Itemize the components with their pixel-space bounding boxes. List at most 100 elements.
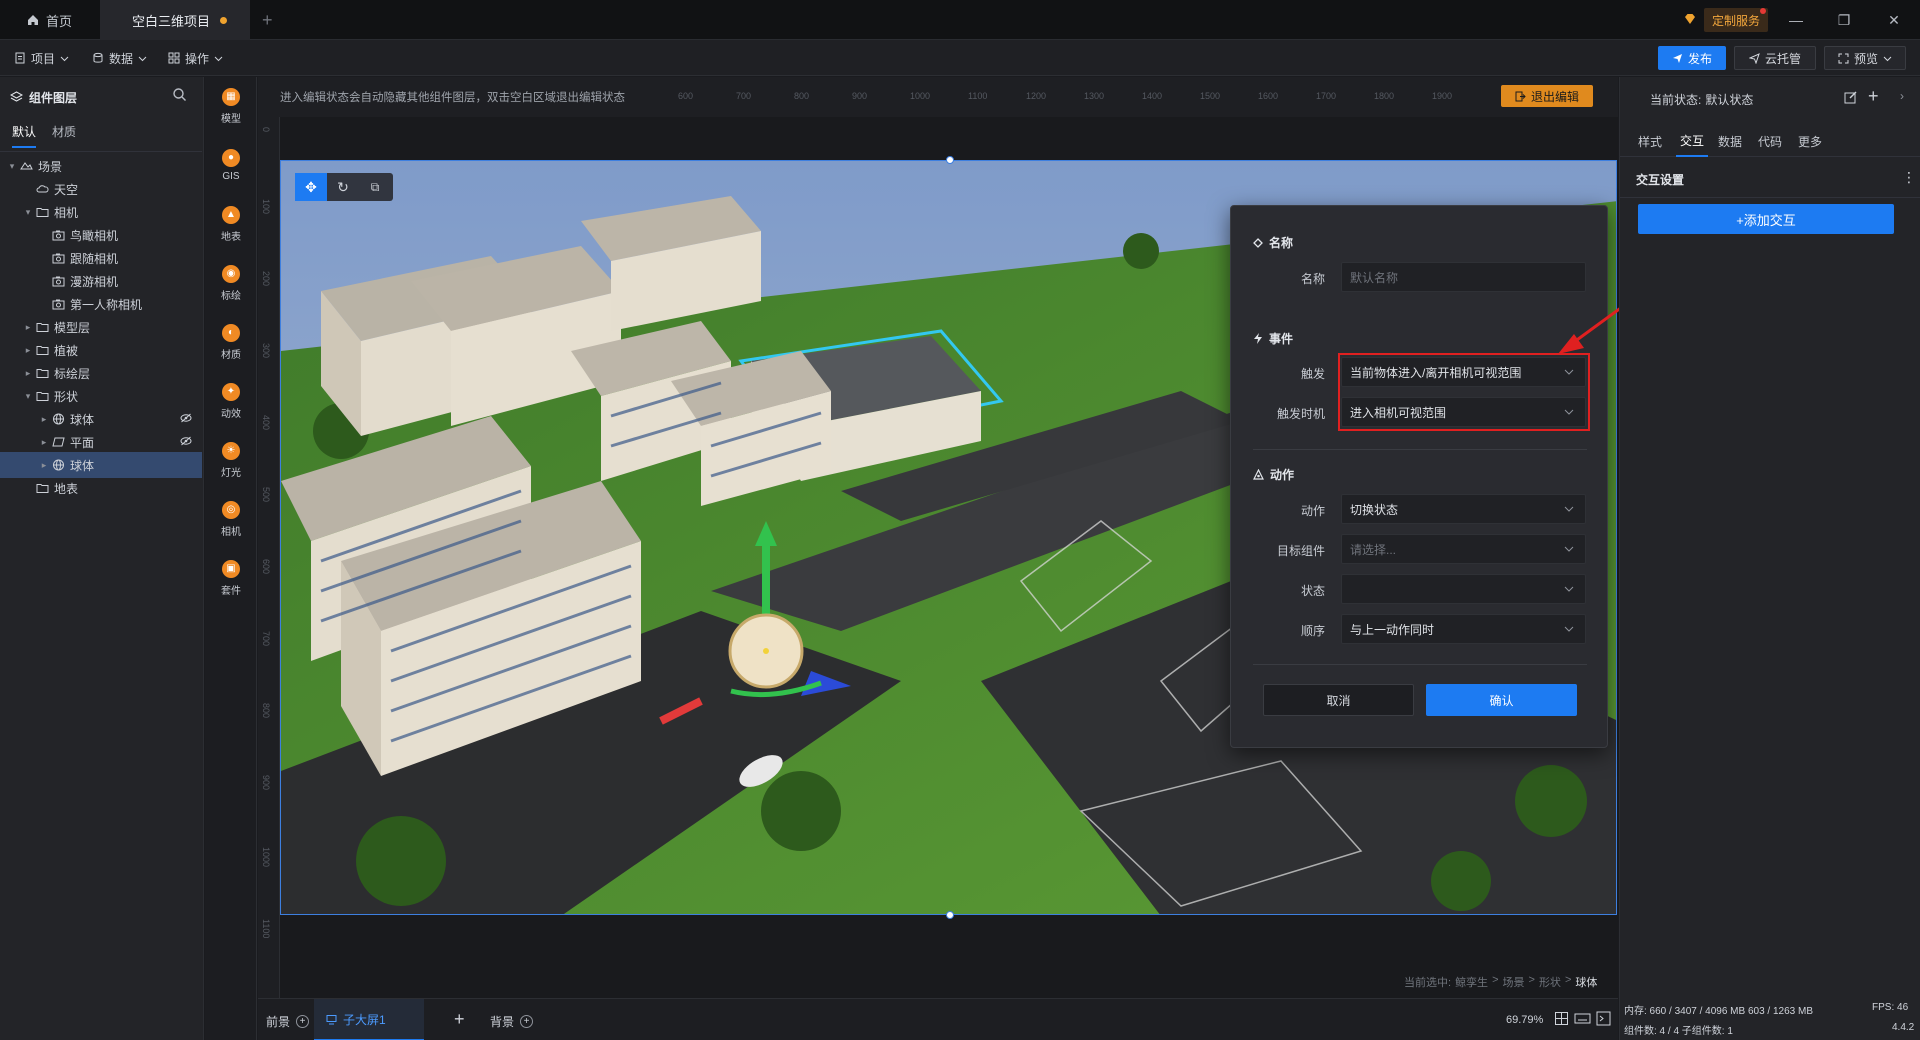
add-interaction-label: +添加交互 (1736, 212, 1796, 228)
exit-icon (1515, 91, 1526, 101)
component-kit[interactable]: ▣ 套件 (205, 549, 257, 607)
canvas-hint-bar: 进入编辑状态会自动隐藏其他组件图层，双击空白区域退出编辑状态 600 700 800… (258, 77, 1618, 117)
caret-down-icon[interactable]: ▾ (22, 391, 34, 402)
component-material[interactable]: ◐ 材质 (205, 313, 257, 371)
component-marker[interactable]: ◉ 标绘 (205, 254, 257, 312)
ruler-tick-label: 1100 (261, 919, 271, 939)
exit-edit-button[interactable]: 退出编辑 (1501, 85, 1593, 107)
unsaved-dot (220, 16, 228, 24)
menu-operate[interactable]: 操作 (168, 48, 223, 68)
ruler-tick-label: 1600 (1258, 91, 1279, 101)
resize-handle-bottom[interactable] (946, 911, 954, 919)
component-terrain[interactable]: ▲ 地表 (205, 195, 257, 253)
order-select[interactable]: 与上一动作同时 (1341, 614, 1586, 644)
caret-right-icon[interactable]: ▸ (38, 437, 50, 448)
cloud-host-button[interactable]: 云托管 (1734, 46, 1816, 70)
ruler-tick-label: 1300 (1084, 91, 1105, 101)
menu-operate-label: 操作 (185, 51, 210, 66)
sub-screen-tab[interactable]: 子大屏1 (314, 999, 424, 1040)
tree-item-label: 标绘层 (54, 366, 91, 381)
confirm-button[interactable]: 确认 (1426, 684, 1577, 716)
component-model[interactable]: ▦ 模型 (205, 77, 257, 135)
state-select[interactable] (1341, 574, 1586, 604)
marker-icon: ◉ (222, 264, 240, 283)
scale-icon[interactable]: ⧉ (359, 173, 391, 201)
move-icon[interactable]: ✥ (295, 173, 327, 201)
tab-code[interactable]: 代码 (1758, 125, 1782, 157)
chevron-right-icon[interactable]: › (1900, 89, 1904, 103)
component-count: 组件数: 4 / 4 子组件数: 1 (1624, 1026, 1733, 1037)
tab-style[interactable]: 样式 (1638, 125, 1662, 157)
custom-service-button[interactable]: 定制服务 (1704, 8, 1769, 32)
tab-material[interactable]: 材质 (52, 123, 76, 140)
menu-data[interactable]: 数据 (92, 48, 147, 68)
tab-home[interactable]: 首页 (12, 0, 86, 40)
interaction-settings-title: 交互设置 (1636, 173, 1685, 187)
cancel-button[interactable]: 取消 (1263, 684, 1414, 716)
fit-screen-icon[interactable] (1554, 1011, 1569, 1029)
plane-icon (50, 435, 66, 449)
tree-item[interactable]: 地表 (0, 475, 202, 501)
exit-edit-label: 退出编辑 (1530, 89, 1579, 104)
tab-interaction[interactable]: 交互 (1676, 125, 1709, 157)
keyboard-icon[interactable] (1574, 1011, 1591, 1029)
ruler-top: 600 700 800 900 1000 1100 1200 1300 1400 1500 1600… (678, 91, 1538, 103)
add-icon[interactable]: + (296, 1015, 310, 1028)
edit-icon[interactable] (1844, 90, 1858, 107)
eye-hidden-icon[interactable] (180, 435, 192, 449)
caret-right-icon[interactable]: ▸ (38, 414, 50, 425)
publish-button[interactable]: 发布 (1658, 46, 1726, 70)
breadcrumb-item[interactable]: 形状 (1539, 974, 1561, 990)
component-effect[interactable]: ✦ 动效 (205, 372, 257, 430)
add-interaction-button[interactable]: +添加交互 (1638, 204, 1894, 234)
caret-down-icon[interactable]: ▾ (22, 207, 34, 218)
camera-icon: ◎ (222, 500, 240, 519)
add-icon[interactable]: + (520, 1015, 534, 1028)
background-label: 背景 (490, 1015, 515, 1029)
target-select[interactable]: 请选择... (1341, 534, 1586, 564)
close-icon[interactable]: ✕ (1884, 10, 1904, 30)
terminal-icon[interactable] (1596, 1011, 1611, 1029)
rotate-icon[interactable]: ↻ (327, 173, 359, 201)
caret-right-icon[interactable]: ▸ (22, 345, 34, 356)
zoom-level[interactable]: 69.79% (1506, 1014, 1543, 1026)
foreground-tab[interactable]: 前景 + (266, 1013, 310, 1030)
ruler-tick-label: 1400 (1142, 91, 1163, 101)
caret-right-icon[interactable]: ▸ (38, 460, 50, 471)
action-select[interactable]: 切换状态 (1341, 494, 1586, 524)
memory-status: 内存: 660 / 3407 / 4096 MB 603 / 1263 MB (1624, 1006, 1814, 1017)
divider (1620, 197, 1920, 198)
new-tab-button[interactable]: + (248, 0, 287, 40)
gis-icon: ● (222, 148, 240, 167)
tab-project[interactable]: 空白三维项目 (100, 0, 250, 40)
caret-right-icon[interactable]: ▸ (22, 322, 34, 333)
add-screen-button[interactable]: + (454, 1009, 465, 1030)
resize-handle-top[interactable] (946, 156, 954, 164)
component-camera[interactable]: ◎ 相机 (205, 490, 257, 548)
tab-default[interactable]: 默认 (12, 123, 37, 148)
component-light[interactable]: ☀ 灯光 (205, 431, 257, 489)
menu-project[interactable]: 项目 (14, 48, 69, 68)
restore-icon[interactable]: ❐ (1834, 10, 1854, 30)
preview-button[interactable]: 预览 (1824, 46, 1906, 70)
globe-icon (50, 458, 66, 472)
breadcrumb-item[interactable]: 场景 (1503, 974, 1525, 990)
background-tab[interactable]: 背景 + (490, 1013, 534, 1030)
add-state-icon[interactable]: + (1868, 86, 1879, 107)
caret-right-icon[interactable]: ▸ (22, 368, 34, 379)
more-vertical-icon[interactable]: ⋮ (1902, 169, 1916, 186)
current-state: 当前状态: 默认状态 (1650, 91, 1753, 108)
tab-more[interactable]: 更多 (1798, 125, 1822, 157)
tab-style-label: 样式 (1638, 134, 1663, 149)
component-gis[interactable]: ● GIS (205, 136, 257, 194)
state-label: 状态 (1300, 584, 1325, 598)
search-icon[interactable] (172, 87, 187, 105)
minimize-icon[interactable]: — (1786, 10, 1806, 30)
trigger-label: 触发 (1300, 367, 1325, 381)
transform-toolbar: ✥ ↻ ⧉ (295, 173, 393, 201)
breadcrumb-item[interactable]: 鲸孪生 (1455, 974, 1488, 990)
caret-down-icon[interactable]: ▾ (6, 161, 18, 172)
eye-hidden-icon[interactable] (180, 412, 192, 426)
tab-data[interactable]: 数据 (1718, 125, 1742, 157)
kit-icon: ▣ (222, 559, 240, 578)
